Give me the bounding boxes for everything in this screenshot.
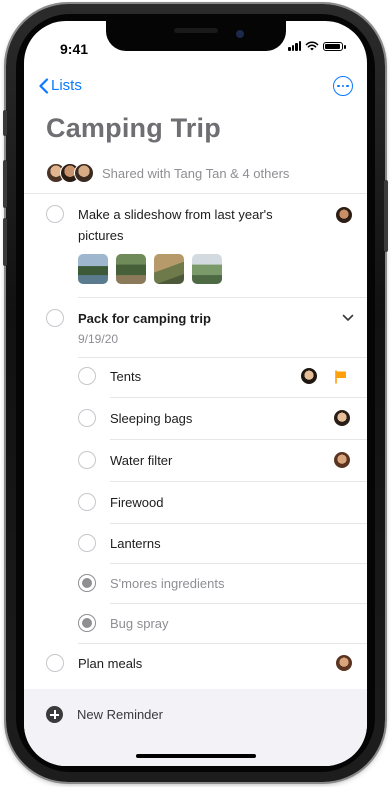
divider bbox=[110, 439, 367, 440]
reminder-title-line2[interactable]: pictures bbox=[78, 228, 124, 243]
notch bbox=[106, 21, 286, 51]
photo-thumbnail[interactable] bbox=[116, 254, 146, 284]
side-button-left-1 bbox=[3, 110, 7, 136]
divider bbox=[78, 357, 367, 358]
divider bbox=[110, 563, 367, 564]
subtask-title[interactable]: Sleeping bags bbox=[110, 411, 192, 426]
complete-toggle[interactable] bbox=[46, 205, 64, 223]
battery-icon bbox=[323, 41, 346, 51]
subtask-title[interactable]: S'mores ingredients bbox=[110, 576, 224, 591]
assignee-avatar bbox=[301, 368, 317, 384]
subtask-toggle-completed[interactable] bbox=[78, 614, 96, 632]
subtask-toggle[interactable] bbox=[78, 451, 96, 469]
screen: 9:41 Lists Camping Trip Shared with Tang… bbox=[24, 21, 367, 766]
subtask-toggle[interactable] bbox=[78, 534, 96, 552]
photo-thumbnail[interactable] bbox=[192, 254, 222, 284]
photo-thumbnail[interactable] bbox=[78, 254, 108, 284]
status-icons bbox=[288, 41, 346, 51]
wifi-icon bbox=[305, 41, 319, 51]
shared-text: Shared with Tang Tan & 4 others bbox=[102, 165, 290, 181]
subtask-toggle[interactable] bbox=[78, 367, 96, 385]
side-button-left-3 bbox=[3, 218, 7, 266]
back-button[interactable]: Lists bbox=[38, 77, 82, 94]
divider bbox=[110, 481, 367, 482]
subtask-toggle-completed[interactable] bbox=[78, 574, 96, 592]
signal-icon bbox=[288, 41, 301, 51]
subtask-title[interactable]: Bug spray bbox=[110, 616, 169, 631]
avatar-group bbox=[46, 163, 94, 183]
assignee-avatar bbox=[336, 207, 352, 223]
subtask-toggle[interactable] bbox=[78, 409, 96, 427]
divider bbox=[78, 297, 367, 298]
assignee-avatar bbox=[336, 655, 352, 671]
back-label: Lists bbox=[51, 77, 82, 94]
subtask-title[interactable]: Lanterns bbox=[110, 536, 161, 551]
reminder-title[interactable]: Plan meals bbox=[78, 656, 142, 671]
flag-icon bbox=[335, 370, 346, 384]
reminder-date: 9/19/20 bbox=[78, 332, 119, 346]
avatar bbox=[74, 163, 94, 183]
chevron-left-icon bbox=[39, 77, 49, 94]
divider bbox=[110, 603, 367, 604]
side-button-right bbox=[384, 180, 388, 252]
complete-toggle[interactable] bbox=[46, 654, 64, 672]
assignee-avatar bbox=[334, 452, 350, 468]
photo-thumbnail[interactable] bbox=[154, 254, 184, 284]
complete-toggle[interactable] bbox=[46, 309, 64, 327]
subtask-toggle[interactable] bbox=[78, 493, 96, 511]
more-icon[interactable] bbox=[333, 76, 353, 96]
assignee-avatar bbox=[334, 410, 350, 426]
divider bbox=[110, 397, 367, 398]
page-title: Camping Trip bbox=[46, 113, 221, 143]
reminder-title[interactable]: Make a slideshow from last year's bbox=[78, 207, 273, 222]
plus-circle-icon[interactable] bbox=[46, 706, 63, 723]
chevron-down-icon[interactable] bbox=[342, 314, 354, 322]
side-button-left-2 bbox=[3, 160, 7, 208]
divider bbox=[78, 643, 367, 644]
shared-row[interactable]: Shared with Tang Tan & 4 others bbox=[46, 163, 289, 183]
home-indicator[interactable] bbox=[136, 754, 256, 758]
subtask-title[interactable]: Tents bbox=[110, 369, 141, 384]
reminder-title[interactable]: Pack for camping trip bbox=[78, 311, 211, 326]
divider bbox=[110, 523, 367, 524]
status-time: 9:41 bbox=[60, 41, 89, 57]
divider bbox=[24, 193, 367, 194]
front-camera bbox=[236, 30, 244, 38]
speaker bbox=[174, 28, 218, 33]
subtask-title[interactable]: Firewood bbox=[110, 495, 163, 510]
new-reminder-button[interactable]: New Reminder bbox=[77, 707, 163, 722]
subtask-title[interactable]: Water filter bbox=[110, 453, 172, 468]
